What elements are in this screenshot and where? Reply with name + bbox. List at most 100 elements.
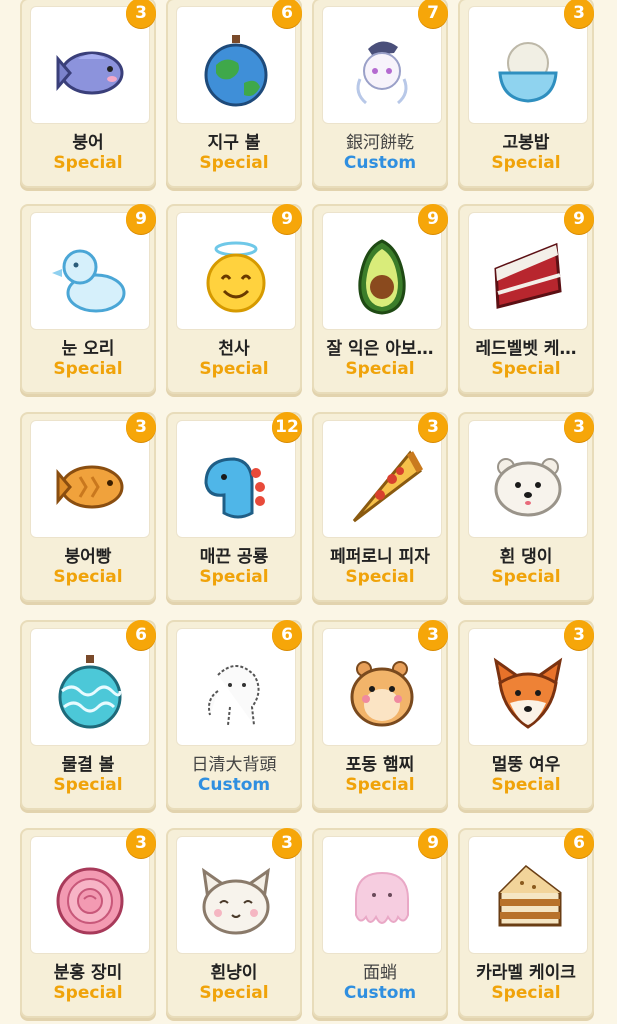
item-name: 흰냥이 — [210, 963, 258, 983]
count-badge: 3 — [126, 412, 156, 442]
item-name: 물결 볼 — [61, 755, 115, 775]
item-type: Special — [53, 983, 123, 1003]
snow-duck-icon — [52, 249, 126, 313]
fish-bread-icon — [56, 465, 124, 509]
avocado-icon — [358, 239, 406, 315]
count-badge: 12 — [272, 412, 302, 442]
custom-sketch-outline-icon — [208, 664, 260, 725]
item-name: 멀뚱 여우 — [491, 755, 561, 775]
item-card[interactable]: 6 카라멜 케이크 Special — [458, 828, 594, 1018]
dinosaur-icon — [204, 457, 265, 519]
item-card[interactable]: 3 붕어 Special — [20, 0, 156, 188]
item-name: 고봉밥 — [502, 133, 550, 153]
item-name: 흰 댕이 — [499, 547, 553, 567]
item-card[interactable]: 6 지구 볼 Special — [166, 0, 302, 188]
item-card[interactable]: 6 日清大背頭 Custom — [166, 620, 302, 810]
item-card[interactable]: 3 붕어빵 Special — [20, 412, 156, 602]
custom-pink-octopus-icon — [355, 871, 409, 924]
count-badge: 3 — [564, 412, 594, 442]
blue-fish-icon — [56, 51, 124, 95]
count-badge: 3 — [564, 620, 594, 650]
item-card[interactable]: 3 분홍 장미 Special — [20, 828, 156, 1018]
item-name: 日清大背頭 — [191, 755, 277, 775]
hamster-icon — [350, 660, 414, 727]
custom-sketch-girl-icon — [356, 41, 408, 104]
item-card[interactable]: 3 멀뚱 여우 Special — [458, 620, 594, 810]
count-badge: 3 — [272, 828, 302, 858]
item-type: Special — [53, 153, 123, 173]
item-card[interactable]: 3 고봉밥 Special — [458, 0, 594, 188]
item-type: Custom — [197, 775, 271, 795]
count-badge: 6 — [272, 0, 302, 28]
count-badge: 7 — [418, 0, 448, 28]
count-badge: 6 — [564, 828, 594, 858]
item-card[interactable]: 9 잘 익은 아보… Special — [312, 204, 448, 394]
red-velvet-cake-icon — [494, 242, 562, 309]
white-cat-icon — [202, 867, 270, 935]
item-name: 카라멜 케이크 — [476, 963, 576, 983]
fox-icon — [493, 657, 563, 729]
count-badge: 6 — [272, 620, 302, 650]
count-badge: 9 — [418, 204, 448, 234]
item-type: Special — [491, 359, 561, 379]
item-type: Custom — [343, 983, 417, 1003]
item-type: Special — [345, 359, 415, 379]
item-type: Special — [199, 983, 269, 1003]
item-name: 面蛸 — [363, 963, 397, 983]
item-name: 천사 — [218, 339, 250, 359]
item-name: 잘 익은 아보… — [326, 339, 434, 359]
item-type: Special — [199, 153, 269, 173]
item-name: 붕어빵 — [64, 547, 112, 567]
item-name: 레드벨벳 케… — [475, 339, 577, 359]
item-type: Special — [199, 359, 269, 379]
item-type: Custom — [343, 153, 417, 173]
angel-face-icon — [206, 241, 266, 313]
item-type: Special — [491, 153, 561, 173]
item-type: Special — [53, 567, 123, 587]
item-card[interactable]: 12 매끈 공룡 Special — [166, 412, 302, 602]
item-card[interactable]: 3 흰 댕이 Special — [458, 412, 594, 602]
rice-bowl-icon — [498, 41, 558, 103]
item-type: Special — [345, 567, 415, 587]
item-grid: 3 붕어 Special 6 지구 볼 Special 7 銀河餅乾 Custo… — [0, 0, 617, 1024]
item-card[interactable]: 3 흰냥이 Special — [166, 828, 302, 1018]
count-badge: 6 — [126, 620, 156, 650]
count-badge: 3 — [564, 0, 594, 28]
item-card[interactable]: 9 面蛸 Custom — [312, 828, 448, 1018]
item-card[interactable]: 6 물결 볼 Special — [20, 620, 156, 810]
item-type: Special — [53, 359, 123, 379]
wave-ornament-icon — [58, 654, 122, 729]
pizza-slice-icon — [352, 450, 424, 522]
count-badge: 9 — [272, 204, 302, 234]
item-card[interactable]: 3 포동 햄찌 Special — [312, 620, 448, 810]
item-card[interactable]: 9 눈 오리 Special — [20, 204, 156, 394]
item-name: 눈 오리 — [61, 339, 115, 359]
count-badge: 3 — [126, 828, 156, 858]
item-type: Special — [491, 775, 561, 795]
item-card[interactable]: 3 페퍼로니 피자 Special — [312, 412, 448, 602]
count-badge: 3 — [418, 620, 448, 650]
item-type: Special — [491, 983, 561, 1003]
count-badge: 9 — [418, 828, 448, 858]
white-dog-icon — [494, 457, 562, 517]
count-badge: 3 — [418, 412, 448, 442]
count-badge: 3 — [126, 0, 156, 28]
item-name: 붕어 — [72, 133, 104, 153]
count-badge: 9 — [564, 204, 594, 234]
item-card[interactable]: 9 레드벨벳 케… Special — [458, 204, 594, 394]
item-type: Special — [345, 775, 415, 795]
item-name: 銀河餅乾 — [346, 133, 414, 153]
item-card[interactable]: 7 銀河餅乾 Custom — [312, 0, 448, 188]
item-type: Special — [491, 567, 561, 587]
item-name: 분홍 장미 — [53, 963, 123, 983]
count-badge: 9 — [126, 204, 156, 234]
item-name: 지구 볼 — [207, 133, 261, 153]
item-card[interactable]: 9 천사 Special — [166, 204, 302, 394]
item-name: 페퍼로니 피자 — [330, 547, 430, 567]
item-name: 매끈 공룡 — [199, 547, 269, 567]
pink-rose-icon — [56, 867, 124, 935]
item-name: 포동 햄찌 — [345, 755, 415, 775]
item-type: Special — [53, 775, 123, 795]
earth-ornament-icon — [204, 34, 268, 107]
item-type: Special — [199, 567, 269, 587]
